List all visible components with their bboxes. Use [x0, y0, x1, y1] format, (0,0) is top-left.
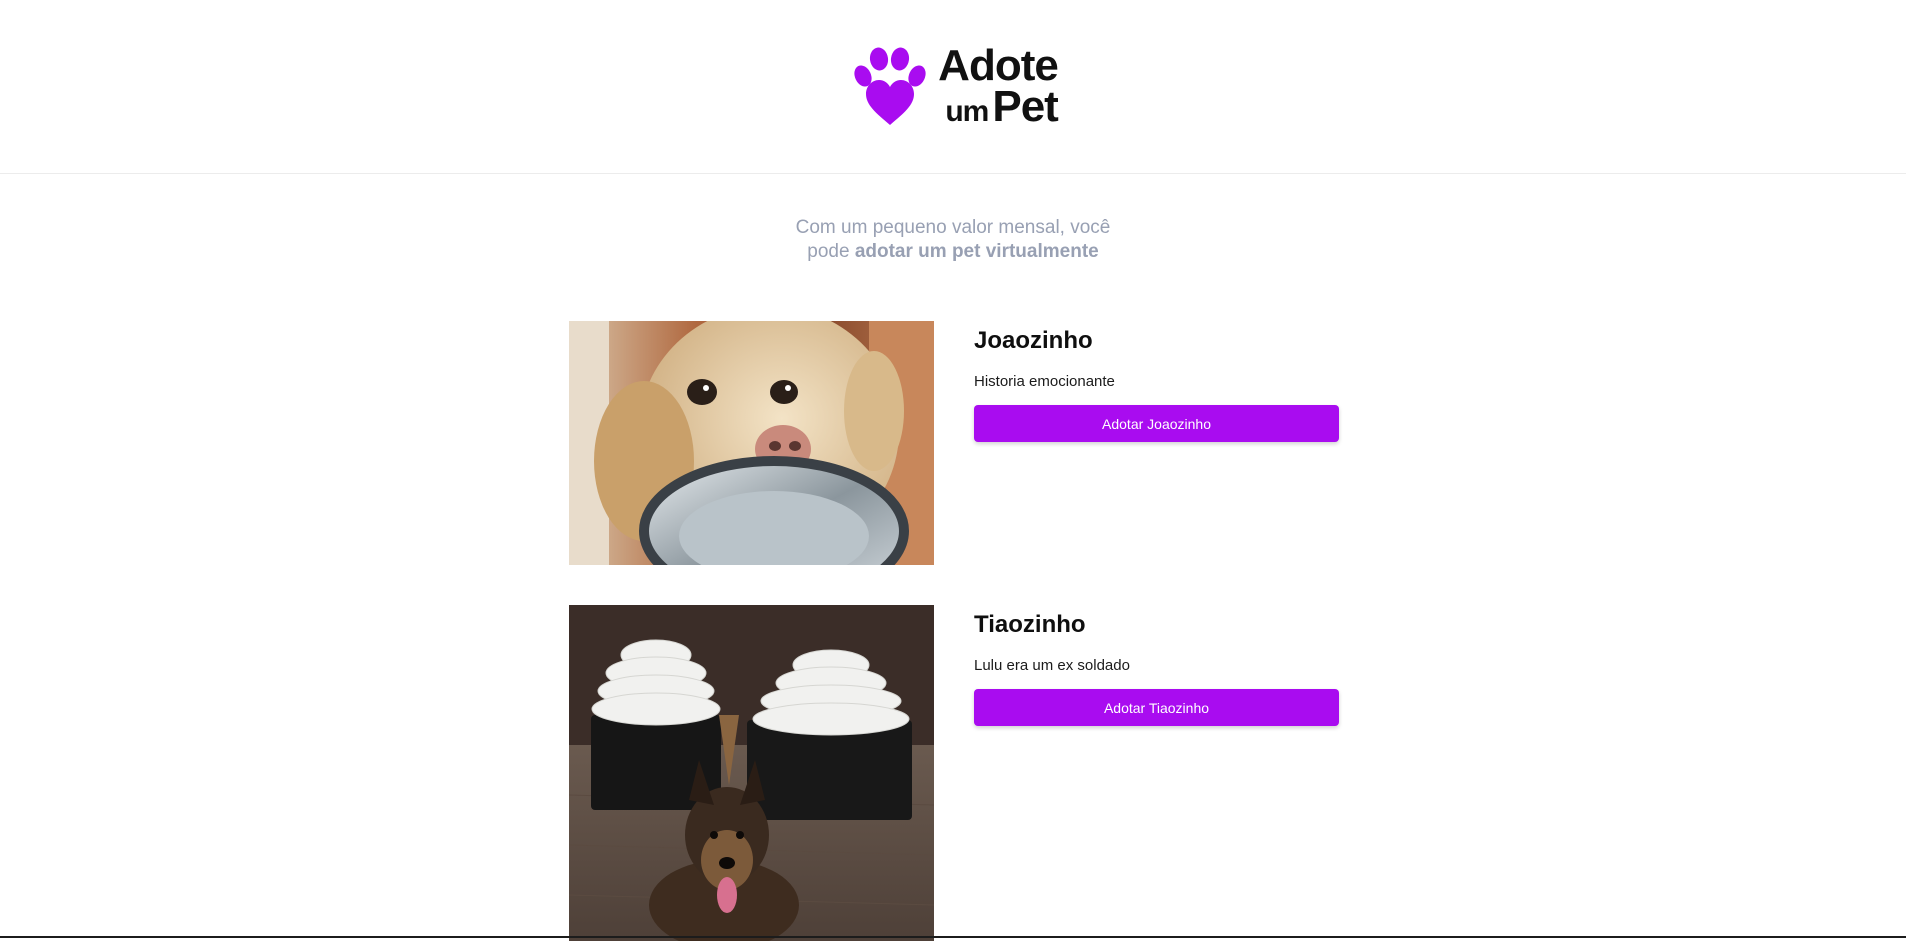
intro-line-2: pode	[807, 241, 855, 262]
pet-info-tiaozinho: Tiaozinho Lulu era um ex soldado Adotar …	[974, 605, 1339, 941]
brand-word-pet: Pet	[992, 81, 1058, 131]
dog-with-bags-image	[569, 605, 934, 941]
pet-photo-joaozinho	[569, 321, 934, 565]
pet-card-joaozinho: Joaozinho Historia emocionante Adotar Jo…	[569, 321, 1339, 565]
brand-word-um: um	[945, 94, 989, 128]
adote-um-pet-logo[interactable]: Adote um Pet	[854, 41, 1059, 131]
brand-wordmark: Adote um Pet	[938, 41, 1059, 131]
pet-name: Joaozinho	[974, 327, 1093, 354]
dog-with-bowl-image	[569, 321, 934, 565]
site-header: Adote um Pet	[0, 0, 1906, 174]
pet-card-tiaozinho: Tiaozinho Lulu era um ex soldado Adotar …	[569, 605, 1339, 941]
pet-name: Tiaozinho	[974, 611, 1086, 638]
brand-word-adote: Adote	[938, 41, 1059, 91]
paw-heart-icon	[854, 47, 926, 125]
pet-info-joaozinho: Joaozinho Historia emocionante Adotar Jo…	[974, 321, 1339, 565]
adopt-tiaozinho-button[interactable]: Adotar Tiaozinho	[974, 689, 1339, 726]
intro-text: Com um pequeno valor mensal, você pode a…	[0, 216, 1906, 264]
pet-story: Historia emocionante	[974, 373, 1115, 390]
pet-list: Joaozinho Historia emocionante Adotar Jo…	[569, 321, 1339, 941]
intro-highlight: adotar um pet virtualmente	[854, 241, 1099, 262]
adopt-joaozinho-button[interactable]: Adotar Joaozinho	[974, 405, 1339, 442]
pet-photo-tiaozinho	[569, 605, 934, 941]
intro-line-1: Com um pequeno valor mensal, você	[795, 217, 1111, 238]
pet-story: Lulu era um ex soldado	[974, 657, 1130, 674]
